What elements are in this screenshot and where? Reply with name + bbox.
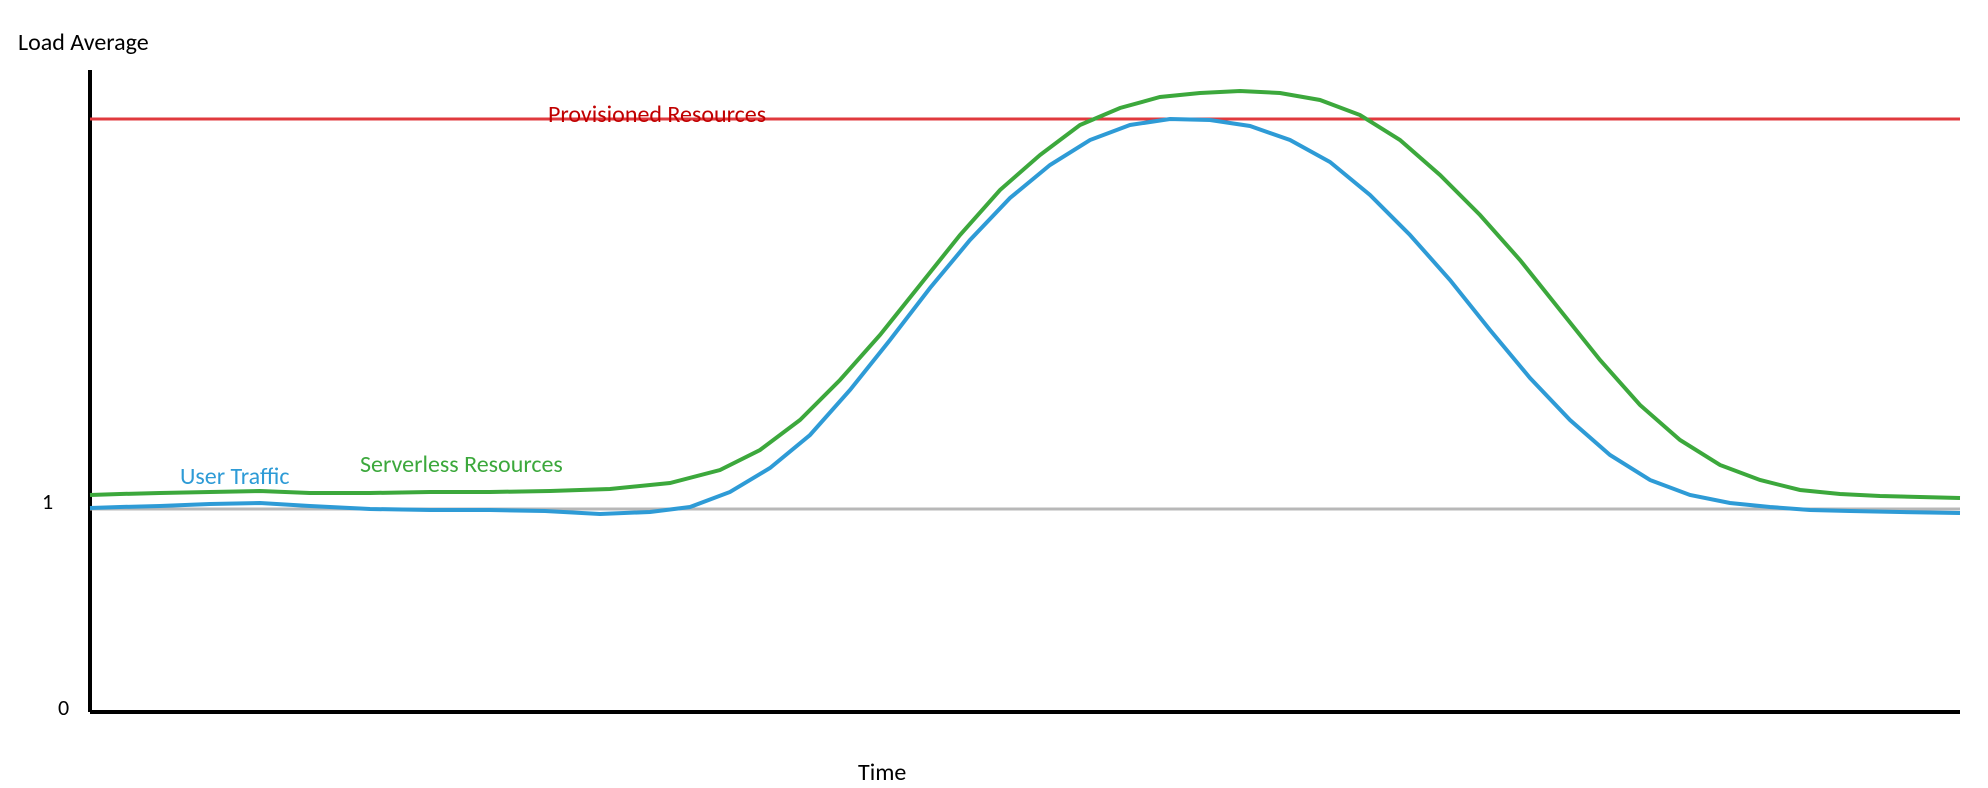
serverless-curve <box>90 91 1960 498</box>
y-axis-title: Load Average <box>18 28 149 57</box>
x-axis-title: Time <box>858 758 906 787</box>
y-tick-1: 1 <box>42 488 53 515</box>
y-tick-0: 0 <box>58 694 69 721</box>
label-user-traffic: User Traffic <box>180 462 290 491</box>
label-serverless: Serverless Resources <box>360 450 563 479</box>
chart-plot <box>0 0 1988 788</box>
label-provisioned: Provisioned Resources <box>548 100 766 129</box>
chart-container: Load Average Time 0 1 Provisioned Resour… <box>0 0 1988 788</box>
